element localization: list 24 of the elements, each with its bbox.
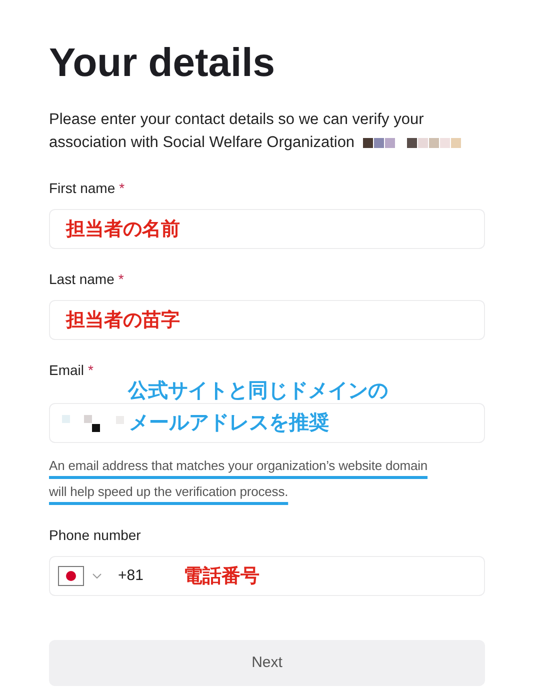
field-label: Last name bbox=[49, 270, 114, 289]
hint-text: An email address that matches your organization’s website domain will help speed up the verification process. bbox=[49, 457, 429, 501]
page-title: Your details bbox=[49, 40, 276, 87]
annotation-text: 担当者の名前 bbox=[66, 220, 180, 238]
input-field[interactable]: 担当者の苗字 bbox=[49, 300, 485, 340]
annotation-text: 電話番号 bbox=[183, 566, 260, 586]
next-button[interactable]: Next bbox=[49, 640, 485, 686]
japan-flag-icon[interactable] bbox=[58, 566, 84, 586]
description-text: Please enter your contact details so we can verify your association with Social Welfare Organization bbox=[49, 108, 489, 154]
field-label: First name bbox=[49, 179, 116, 198]
required-asterisk: * bbox=[118, 270, 124, 289]
phone-field[interactable]: +81 電話番号 bbox=[49, 556, 485, 596]
field-label: Email bbox=[49, 361, 84, 380]
annotation-text: 公式サイトと同じドメインの bbox=[128, 379, 389, 403]
chevron-down-icon[interactable] bbox=[92, 573, 102, 579]
annotation-text: メールアドレスを推奨 bbox=[129, 411, 329, 435]
required-asterisk: * bbox=[119, 179, 125, 198]
input-field[interactable]: メールアドレスを推奨 bbox=[49, 403, 485, 443]
dial-code: +81 bbox=[118, 566, 144, 586]
input-field[interactable]: 担当者の名前 bbox=[49, 209, 485, 249]
field-label: Phone number bbox=[49, 526, 141, 545]
annotation-text: 担当者の苗字 bbox=[66, 310, 180, 330]
pixelated-redaction-drawing bbox=[62, 413, 124, 433]
required-asterisk: * bbox=[88, 361, 94, 380]
